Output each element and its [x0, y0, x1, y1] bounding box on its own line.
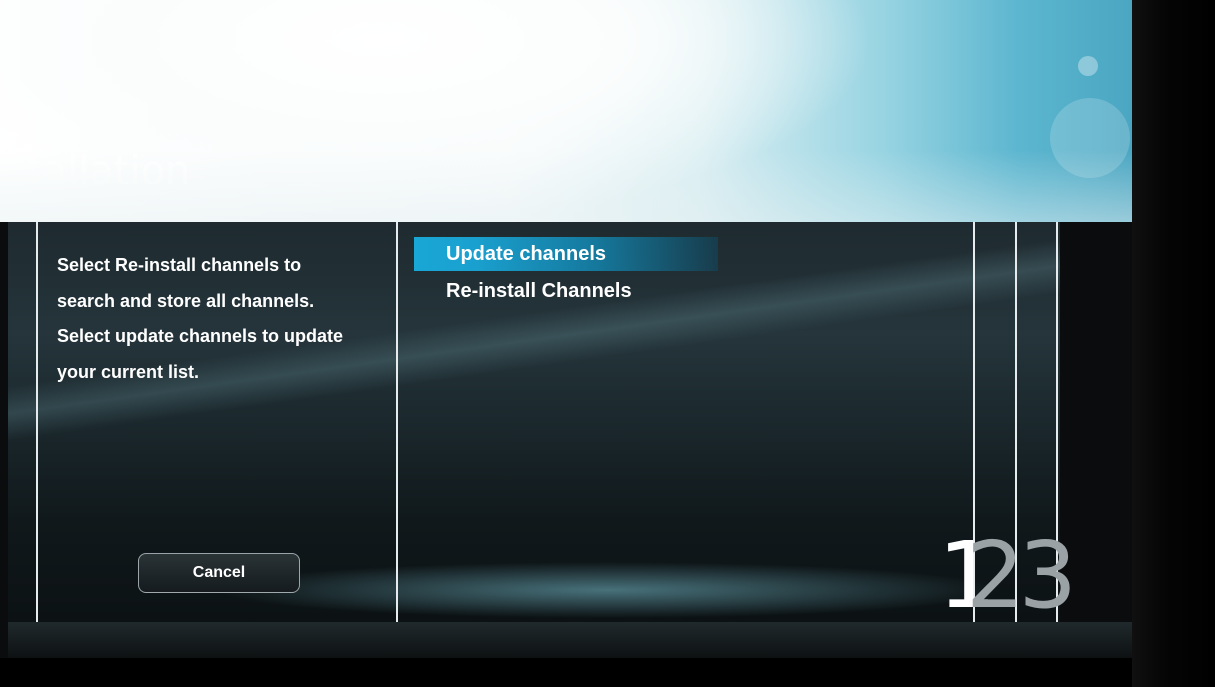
menu-item-reinstall-channels[interactable]: Re-install Channels — [414, 274, 718, 308]
decor-bubble — [1078, 56, 1098, 76]
tv-screen: stallation Select Re-install channels to… — [0, 0, 1132, 687]
page-title: stallation — [6, 148, 191, 194]
panel-divider — [396, 222, 398, 622]
cancel-button[interactable]: Cancel — [138, 553, 300, 593]
step-indicator-remaining: 23 — [966, 522, 1077, 629]
bottom-edge — [0, 658, 1132, 687]
bottom-bar — [8, 622, 1132, 658]
menu-item-update-channels[interactable]: Update channels — [414, 237, 718, 271]
help-description: Select Re-install channels to search and… — [57, 255, 344, 382]
decor-bubble — [1050, 98, 1130, 178]
left-panel-border — [36, 222, 38, 622]
header-banner: stallation — [0, 0, 1132, 222]
tv-bezel — [1132, 0, 1215, 687]
